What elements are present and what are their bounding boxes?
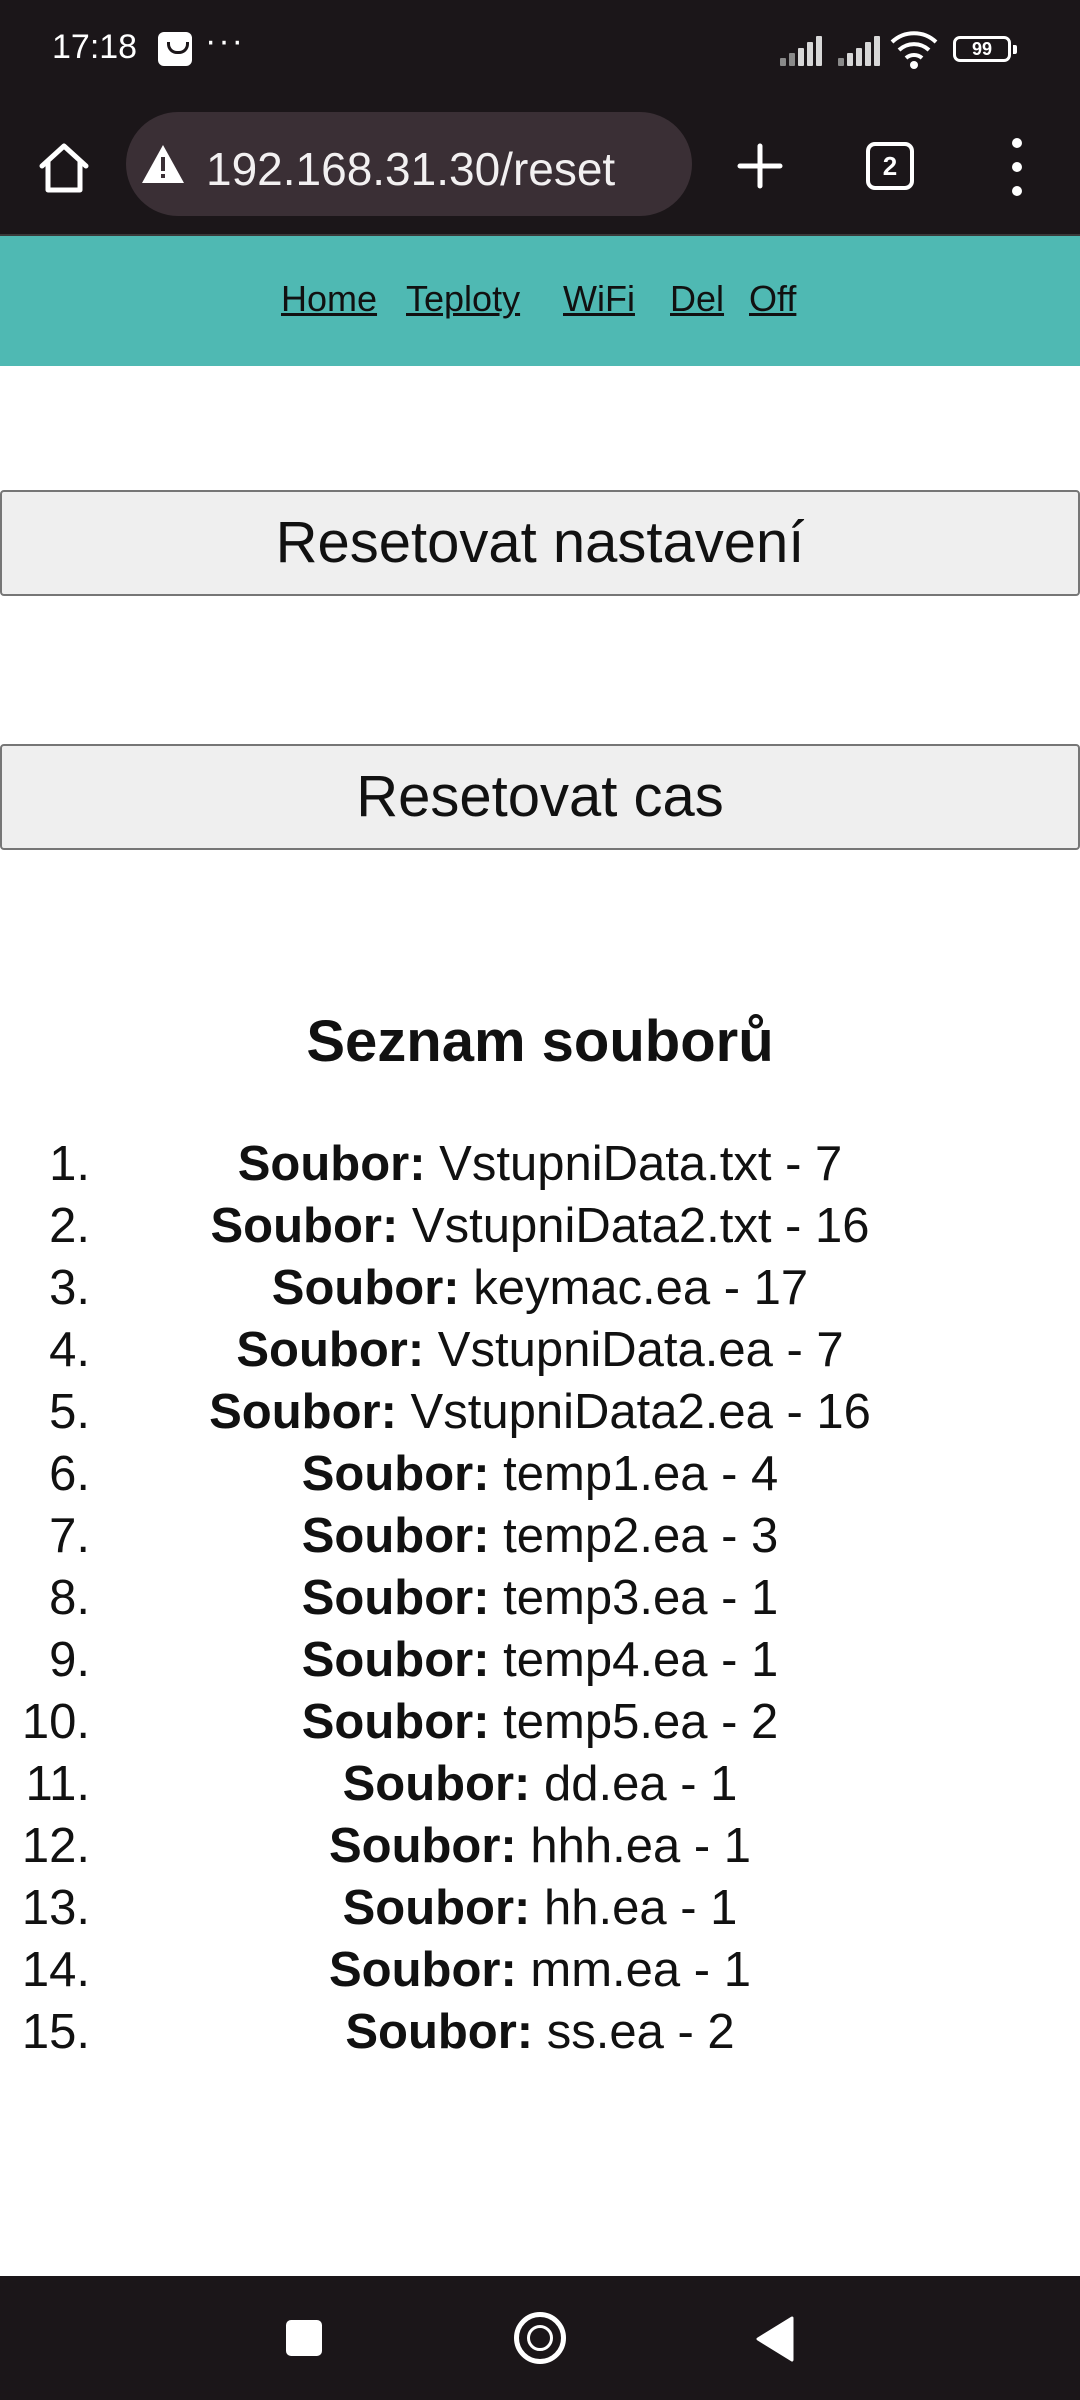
file-list: 1. Soubor: VstupniData.txt - 7 2. Soubor: V… (0, 1133, 1080, 2063)
file-name: VstupniData.txt - 7 (439, 1137, 843, 1191)
plus-icon[interactable] (736, 142, 784, 190)
list-item-number: 2. (49, 1199, 90, 1253)
list-item-number: 12. (21, 1819, 90, 1873)
file-label: Soubor: (301, 1633, 490, 1687)
status-time: 17:18 (52, 28, 138, 66)
menu-icon[interactable] (1000, 138, 1034, 198)
list-item-number: 9. (49, 1633, 90, 1687)
list-item: 1. Soubor: VstupniData.txt - 7 (0, 1133, 1080, 1195)
system-navigation-bar (0, 2276, 1080, 2400)
list-item-number: 6. (49, 1447, 90, 1501)
list-item: 10. Soubor: temp5.ea - 2 (0, 1691, 1080, 1753)
list-item: 2. Soubor: VstupniData2.txt - 16 (0, 1195, 1080, 1257)
nav-link-teploty[interactable]: Teploty (406, 278, 520, 320)
nav-link-off[interactable]: Off (749, 278, 796, 320)
file-name: temp3.ea - 1 (503, 1571, 779, 1625)
reset-settings-button[interactable]: Resetovat nastavení (0, 490, 1080, 596)
file-label: Soubor: (342, 1757, 531, 1811)
list-item-number: 7. (49, 1509, 90, 1563)
list-item: 13. Soubor: hh.ea - 1 (0, 1877, 1080, 1939)
file-label: Soubor: (237, 1137, 426, 1191)
file-label: Soubor: (271, 1261, 460, 1315)
list-item-number: 4. (49, 1323, 90, 1377)
nav-link-home[interactable]: Home (281, 278, 377, 320)
warning-icon[interactable] (140, 142, 186, 186)
list-item: 14. Soubor: mm.ea - 1 (0, 1939, 1080, 2001)
browser-toolbar: 192.168.31.30/reset 2 (0, 100, 1080, 236)
status-bar: 17:18 ··· 99 (0, 0, 1080, 100)
list-item: 4. Soubor: VstupniData.ea - 7 (0, 1319, 1080, 1381)
file-name: mm.ea - 1 (530, 1943, 751, 1997)
nav-link-wifi[interactable]: WiFi (563, 278, 635, 320)
file-label: Soubor: (301, 1509, 490, 1563)
url-text[interactable]: 192.168.31.30/reset (206, 142, 686, 196)
top-navigation: Home Teploty WiFi Del Off (0, 236, 1080, 366)
file-label: Soubor: (301, 1695, 490, 1749)
tabs-icon[interactable]: 2 (866, 142, 914, 190)
file-name: VstupniData2.ea - 16 (410, 1385, 871, 1439)
file-label: Soubor: (301, 1447, 490, 1501)
status-more-indicator: ··· (205, 22, 245, 60)
notification-icon (158, 32, 192, 66)
battery-icon: 99 (953, 36, 1017, 62)
file-label: Soubor: (342, 1881, 531, 1935)
list-item-number: 1. (49, 1137, 90, 1191)
file-label: Soubor: (301, 1571, 490, 1625)
file-name: VstupniData2.txt - 16 (411, 1199, 870, 1253)
file-list-heading: Seznam souborů (306, 1009, 774, 1074)
file-name: temp2.ea - 3 (503, 1509, 779, 1563)
list-item-number: 3. (49, 1261, 90, 1315)
file-name: ss.ea - 2 (546, 2005, 735, 2059)
signal-icon (838, 32, 886, 66)
file-name: dd.ea - 1 (544, 1757, 738, 1811)
list-item-number: 10. (21, 1695, 90, 1749)
nav-link-del[interactable]: Del (670, 278, 724, 320)
signal-icon (780, 32, 828, 66)
list-item-number: 13. (21, 1881, 90, 1935)
file-name: VstupniData.ea - 7 (437, 1323, 844, 1377)
home-circle-icon[interactable] (514, 2312, 566, 2364)
file-name: hhh.ea - 1 (530, 1819, 752, 1873)
list-item: 3. Soubor: keymac.ea - 17 (0, 1257, 1080, 1319)
file-label: Soubor: (328, 1819, 517, 1873)
recents-icon[interactable] (286, 2320, 322, 2356)
list-item-number: 5. (49, 1385, 90, 1439)
list-item: 6. Soubor: temp1.ea - 4 (0, 1443, 1080, 1505)
list-item: 11. Soubor: dd.ea - 1 (0, 1753, 1080, 1815)
file-label: Soubor: (210, 1199, 399, 1253)
wifi-icon (890, 31, 938, 69)
file-name: hh.ea - 1 (544, 1881, 738, 1935)
reset-time-button[interactable]: Resetovat cas (0, 744, 1080, 850)
file-name: keymac.ea - 17 (473, 1261, 809, 1315)
list-item-number: 11. (25, 1757, 90, 1811)
file-name: temp5.ea - 2 (503, 1695, 779, 1749)
file-label: Soubor: (236, 1323, 425, 1377)
list-item: 8. Soubor: temp3.ea - 1 (0, 1567, 1080, 1629)
list-item: 7. Soubor: temp2.ea - 3 (0, 1505, 1080, 1567)
file-label: Soubor: (329, 1943, 517, 1997)
list-item-number: 8. (49, 1571, 90, 1625)
list-item-number: 14. (21, 1943, 90, 1997)
file-label: Soubor: (209, 1385, 397, 1439)
list-item: 9. Soubor: temp4.ea - 1 (0, 1629, 1080, 1691)
home-icon[interactable] (36, 140, 92, 196)
back-icon[interactable] (754, 2316, 794, 2362)
file-label: Soubor: (345, 2005, 534, 2059)
list-item: 15. Soubor: ss.ea - 2 (0, 2001, 1080, 2063)
list-item: 12. Soubor: hhh.ea - 1 (0, 1815, 1080, 1877)
file-name: temp4.ea - 1 (503, 1633, 779, 1687)
list-item: 5. Soubor: VstupniData2.ea - 16 (0, 1381, 1080, 1443)
address-bar[interactable]: 192.168.31.30/reset (126, 112, 692, 216)
list-item-number: 15. (21, 2005, 90, 2059)
file-name: temp1.ea - 4 (503, 1447, 779, 1501)
